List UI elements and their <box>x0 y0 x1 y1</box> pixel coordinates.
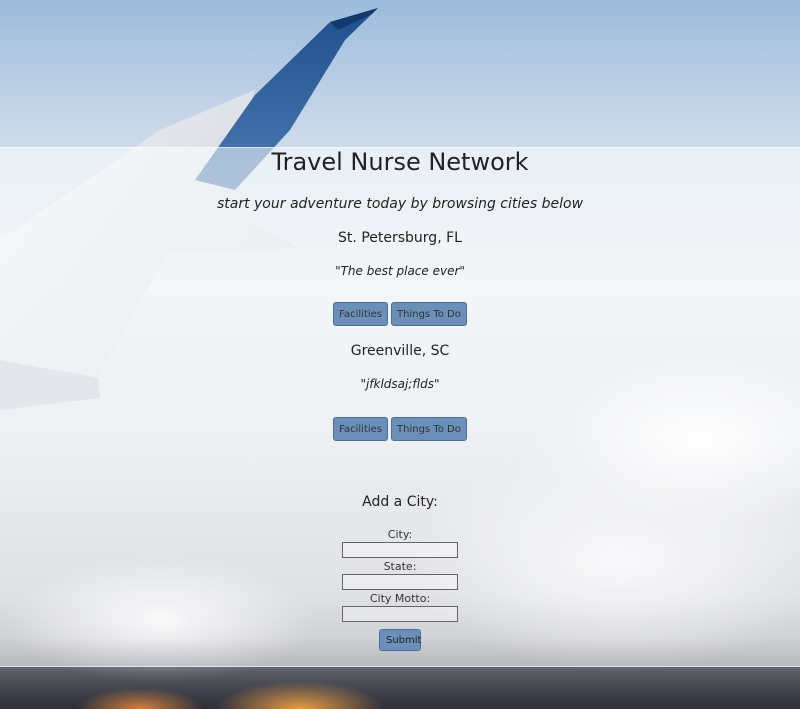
page-title: Travel Nurse Network <box>271 148 529 176</box>
city-action-buttons: Facilities Things To Do <box>0 417 800 441</box>
things-to-do-button[interactable]: Things To Do <box>391 417 467 441</box>
city-motto: "The best place ever" <box>335 264 465 278</box>
motto-field-label: City Motto: <box>369 592 431 605</box>
city-name: Greenville, SC <box>350 343 450 359</box>
city-field-label: City: <box>387 528 413 541</box>
things-to-do-button[interactable]: Things To Do <box>391 302 467 326</box>
add-city-heading: Add a City: <box>362 494 438 510</box>
city-name: St. Petersburg, FL <box>338 230 462 246</box>
page-subtitle: start your adventure today by browsing c… <box>216 196 584 212</box>
city-input[interactable] <box>342 542 458 558</box>
city-action-buttons: Facilities Things To Do <box>0 302 800 326</box>
state-field-label: State: <box>383 560 417 573</box>
state-input[interactable] <box>342 574 458 590</box>
city-motto: "jfkldsaj;flds" <box>360 377 440 391</box>
facilities-button[interactable]: Facilities <box>333 417 389 441</box>
submit-button[interactable]: Submit <box>379 629 421 651</box>
facilities-button[interactable]: Facilities <box>333 302 389 326</box>
city-motto-input[interactable] <box>342 606 458 622</box>
